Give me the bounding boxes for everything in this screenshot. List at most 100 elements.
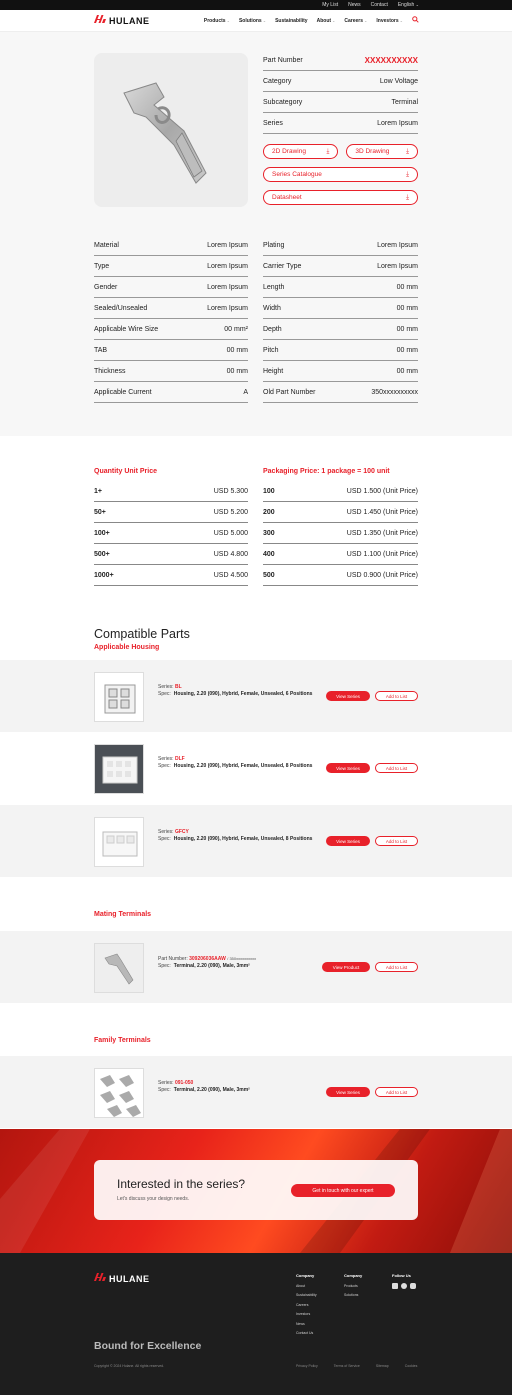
- contact-link[interactable]: Contact: [371, 2, 388, 8]
- series-label: Series: [263, 119, 283, 127]
- family-terminal-card: Series: 091-050 Spec: Terminal, 2.20 (090…: [0, 1056, 512, 1128]
- qty: 200: [263, 508, 275, 516]
- linkedin-icon[interactable]: [392, 1282, 398, 1289]
- spec-key: Length: [263, 283, 285, 291]
- chevron-down-icon: ⌄: [262, 17, 267, 23]
- spec-value: Terminal, 2.20 (090), Male, 3mm²: [173, 963, 250, 969]
- add-to-list-button[interactable]: Add to List: [375, 836, 418, 846]
- legal-link[interactable]: Cookies: [405, 1364, 418, 1368]
- price: USD 1.450 (Unit Price): [346, 508, 418, 516]
- spec-row: Pitch 00 mm: [263, 340, 418, 361]
- price: USD 4.800: [213, 550, 248, 558]
- add-to-list-button[interactable]: Add to List: [375, 1087, 418, 1097]
- view-product-button[interactable]: View Product: [322, 962, 370, 972]
- category-row: Category Low Voltage: [263, 71, 418, 92]
- footer: HULANE Company About Sustainability Care…: [0, 1253, 512, 1395]
- specs-right: Plating Lorem Ipsum Carrier Type Lorem Ips…: [263, 235, 418, 403]
- footer-link[interactable]: About: [296, 1284, 305, 1288]
- spec-value: 00 mm: [396, 346, 418, 354]
- 2d-drawing-button[interactable]: 2D Drawing ⤓: [263, 144, 339, 159]
- nav-solutions[interactable]: Solutions⌄: [239, 18, 266, 24]
- nav-products[interactable]: Products⌄: [204, 18, 230, 24]
- footer-link[interactable]: Careers: [296, 1303, 308, 1307]
- legal-link[interactable]: Sitemap: [376, 1364, 389, 1368]
- price-row: 200 USD 1.450 (Unit Price): [263, 502, 418, 523]
- wechat-icon[interactable]: [401, 1282, 407, 1289]
- brand-logo[interactable]: HULANE: [94, 14, 150, 27]
- view-series-button[interactable]: View Series: [326, 1087, 370, 1097]
- spec-row: Type Lorem Ipsum: [94, 256, 248, 277]
- search-icon[interactable]: [412, 16, 419, 25]
- spec-value: Lorem Ipsum: [377, 262, 418, 270]
- spec-row: Applicable Current A: [94, 382, 248, 403]
- nav-sustainability[interactable]: Sustainability: [275, 18, 308, 24]
- spec-row: Material Lorem Ipsum: [94, 235, 248, 256]
- language-select[interactable]: English ⌄: [398, 2, 419, 8]
- youtube-icon[interactable]: [410, 1282, 416, 1289]
- legal-link[interactable]: Privacy Policy: [296, 1364, 318, 1368]
- family-terminals-title: Family Terminals: [94, 1037, 151, 1044]
- my-list-link[interactable]: My List: [322, 2, 338, 8]
- footer-link[interactable]: Products: [344, 1284, 358, 1288]
- nav-products-label: Products: [203, 17, 226, 24]
- footer-link[interactable]: News: [296, 1322, 305, 1326]
- nav-careers[interactable]: Careers⌄: [344, 18, 367, 24]
- footer-brand-name: HULANE: [109, 1274, 150, 1284]
- footer-link[interactable]: Solutions: [344, 1293, 358, 1297]
- cta-title: Interested in the series?: [117, 1177, 246, 1191]
- series-key: Series:: [158, 829, 174, 835]
- view-series-button[interactable]: View Series: [326, 691, 370, 701]
- series-key: Series:: [158, 1080, 174, 1086]
- nav-about[interactable]: About⌄: [317, 18, 336, 24]
- footer-col-title: Company: [344, 1273, 363, 1278]
- spec-key: Sealed/Unsealed: [94, 304, 148, 312]
- 3d-drawing-button[interactable]: 3D Drawing ⤓: [346, 144, 418, 159]
- mating-terminal-card: Part Number: 309206036AAW / 350xxxxxxxxx…: [0, 931, 512, 1003]
- 2d-drawing-label: 2D Drawing: [272, 148, 306, 155]
- price: USD 0.900 (Unit Price): [346, 571, 418, 579]
- nav-investors[interactable]: Investors⌄: [376, 18, 403, 24]
- legal-link[interactable]: Terms of Service: [334, 1364, 360, 1368]
- quantity-price-title: Quantity Unit Price: [94, 468, 158, 475]
- add-to-list-button[interactable]: Add to List: [375, 691, 418, 701]
- spec-row: Depth 00 mm: [263, 319, 418, 340]
- applicable-housing-title: Applicable Housing: [94, 644, 160, 651]
- qty: 300: [263, 529, 275, 537]
- footer-link[interactable]: Investors: [296, 1312, 310, 1316]
- spec-key: Old Part Number: [263, 388, 316, 396]
- view-series-button[interactable]: View Series: [326, 763, 370, 773]
- housing-thumbnail: [94, 817, 144, 867]
- housing-thumbnail: [94, 744, 144, 794]
- series-row: Series Lorem Ipsum: [263, 113, 418, 134]
- news-link[interactable]: News: [348, 2, 361, 8]
- pricing-section: Quantity Unit Price 1+ USD 5.300 50+ USD 5…: [0, 436, 512, 620]
- qty: 50+: [94, 508, 106, 516]
- hulane-logo-icon: [94, 14, 106, 27]
- qty: 100: [263, 487, 275, 495]
- main-nav: HULANE Products⌄ Solutions⌄ Sustainabili…: [0, 10, 512, 32]
- add-to-list-button[interactable]: Add to List: [375, 962, 418, 972]
- datasheet-button[interactable]: Datasheet ⤓: [263, 190, 418, 205]
- get-in-touch-button[interactable]: Get in touch with our expert: [291, 1184, 395, 1197]
- series-value: 091-050: [174, 1080, 194, 1086]
- footer-link[interactable]: Contact Us: [296, 1331, 313, 1335]
- language-label: English: [397, 2, 415, 8]
- chevron-down-icon: ⌄: [226, 17, 230, 23]
- add-to-list-button[interactable]: Add to List: [375, 763, 418, 773]
- product-overview: Part Number XXXXXXXXXX Category Low Volt…: [0, 32, 512, 436]
- spec-key: Height: [263, 367, 284, 375]
- spec-key: Plating: [263, 241, 285, 249]
- spec-row: Length 00 mm: [263, 277, 418, 298]
- price-row: 1+ USD 5.300: [94, 481, 248, 502]
- series-catalogue-button[interactable]: Series Catalogue ⤓: [263, 167, 418, 182]
- spec-value: 350xxxxxxxxxx: [371, 388, 418, 396]
- price: USD 1.100 (Unit Price): [346, 550, 418, 558]
- footer-link[interactable]: Sustainability: [296, 1293, 317, 1297]
- view-series-button[interactable]: View Series: [326, 836, 370, 846]
- category-value: Low Voltage: [379, 77, 418, 85]
- footer-logo[interactable]: HULANE: [94, 1273, 150, 1285]
- series-value: GFCY: [174, 829, 189, 835]
- package-price-title: Packaging Price: 1 package = 100 unit: [263, 468, 390, 475]
- price-row: 300 USD 1.350 (Unit Price): [263, 523, 418, 544]
- spec-row: TAB 00 mm: [94, 340, 248, 361]
